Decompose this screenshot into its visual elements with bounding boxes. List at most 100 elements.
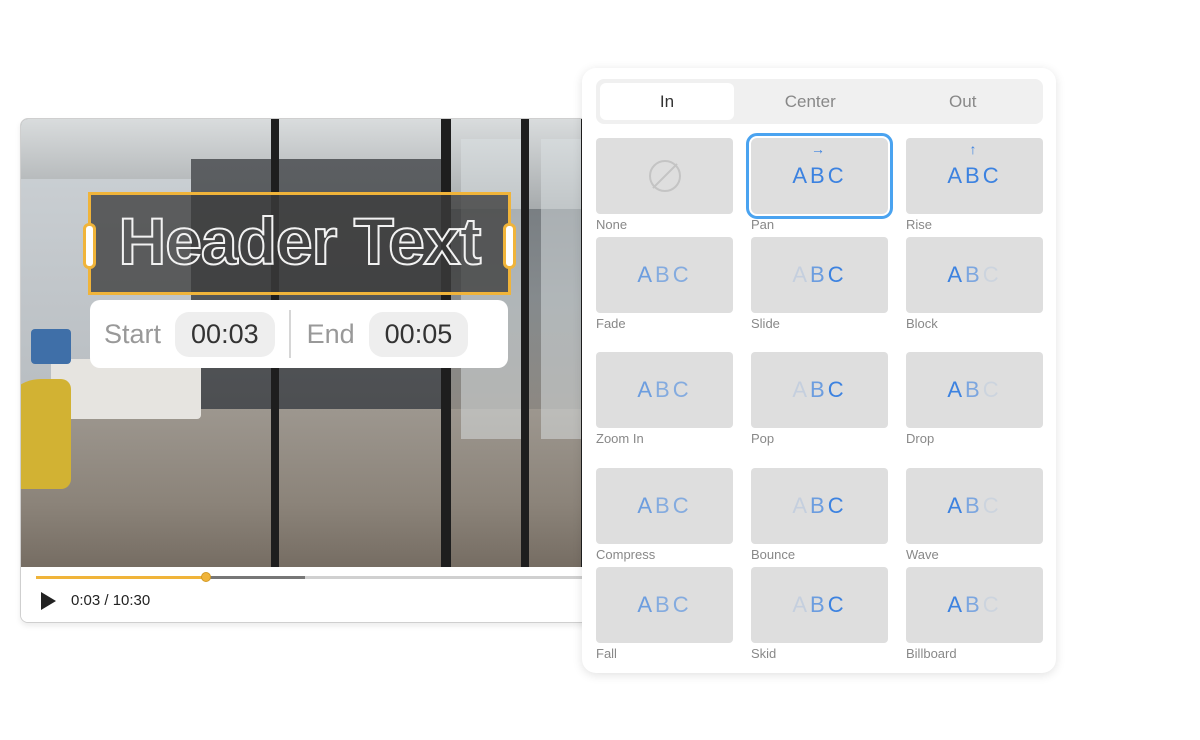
preview-letter: B	[655, 377, 673, 402]
animation-option-pan[interactable]: ABC → Pan	[746, 133, 893, 232]
animation-label: Skid	[751, 646, 777, 661]
preview-text: ABC →	[792, 141, 846, 189]
video-bg-floor	[21, 409, 621, 567]
preview-letter: B	[655, 493, 673, 518]
tab-in[interactable]: In	[600, 83, 734, 120]
preview-letter: B	[810, 163, 828, 188]
preview-text: ABC	[947, 592, 1001, 618]
animation-label: Bounce	[751, 547, 796, 562]
tab-center[interactable]: Center	[734, 83, 887, 120]
preview-letter: A	[947, 163, 966, 188]
preview-text: ABC	[792, 377, 846, 403]
preview-letter: B	[965, 493, 983, 518]
preview-letter: B	[965, 163, 983, 188]
animation-label: Fade	[596, 316, 626, 331]
preview-letter: A	[792, 493, 811, 518]
preview-text: ABC	[947, 493, 1001, 519]
animation-label: Wave	[906, 547, 939, 562]
video-bg-sofa	[51, 359, 201, 419]
animation-option-skid[interactable]: ABC Skid	[751, 567, 888, 661]
animation-preview-block[interactable]: ABC	[906, 237, 1043, 313]
timing-divider	[288, 310, 291, 358]
preview-text: ABC	[792, 262, 846, 288]
start-time-field[interactable]: 00:03	[175, 311, 275, 357]
animation-option-slide[interactable]: ABC Slide	[751, 237, 888, 331]
animation-label: Rise	[906, 217, 933, 232]
animation-preview-none[interactable]	[596, 138, 733, 214]
animation-option-billboard[interactable]: ABC Billboard	[906, 567, 1043, 661]
preview-letter: A	[792, 377, 811, 402]
arrow-up-icon: ↑	[969, 141, 980, 157]
caption-text[interactable]: Header Text	[91, 203, 508, 279]
preview-letter: A	[637, 592, 656, 617]
animation-panel: In Center Out None ABC → Pan ABC ↑ Rise ABC Fade AB…	[582, 68, 1056, 673]
animation-option-none[interactable]: None	[596, 138, 733, 232]
preview-letter: A	[947, 377, 966, 402]
preview-letter: B	[810, 262, 828, 287]
animation-option-pop[interactable]: ABC Pop	[751, 352, 888, 446]
video-frame[interactable]: Header Text Start 00:03 End 00:05	[21, 119, 621, 567]
preview-letter: C	[827, 493, 847, 518]
preview-letter: A	[947, 592, 966, 617]
animation-label: Pan	[751, 217, 775, 232]
preview-letter: A	[792, 163, 811, 188]
preview-letter: A	[637, 493, 656, 518]
preview-letter: C	[827, 592, 847, 617]
seek-bar-played	[36, 576, 206, 579]
animation-option-compress[interactable]: ABC Compress	[596, 468, 733, 562]
animation-preview-slide[interactable]: ABC	[751, 237, 888, 313]
animation-preview-zoom-in[interactable]: ABC	[596, 352, 733, 428]
preview-letter: C	[672, 377, 692, 402]
animation-option-bounce[interactable]: ABC Bounce	[751, 468, 888, 562]
animation-option-drop[interactable]: ABC Drop	[906, 352, 1043, 446]
play-icon[interactable]	[41, 592, 56, 610]
resize-handle-left[interactable]	[83, 223, 96, 269]
animation-preview-compress[interactable]: ABC	[596, 468, 733, 544]
animation-preview-pan[interactable]: ABC →	[746, 133, 893, 219]
preview-text: ABC	[792, 493, 846, 519]
preview-letter: A	[637, 262, 656, 287]
animation-label: Compress	[596, 547, 656, 562]
animation-option-block[interactable]: ABC Block	[906, 237, 1043, 331]
preview-letter: C	[982, 262, 1002, 287]
caption-timing-bar: Start 00:03 End 00:05	[90, 300, 508, 368]
preview-letter: B	[655, 262, 673, 287]
seek-bar[interactable]	[36, 572, 621, 582]
animation-option-zoom-in[interactable]: ABC Zoom In	[596, 352, 733, 446]
seek-bar-thumb[interactable]	[200, 572, 211, 582]
preview-text: ABC	[792, 592, 846, 618]
preview-text: ABC	[637, 493, 691, 519]
end-time-field[interactable]: 00:05	[368, 311, 469, 357]
preview-letter: C	[672, 262, 692, 287]
animation-preview-skid[interactable]: ABC	[751, 567, 888, 643]
animation-preview-rise[interactable]: ABC ↑	[906, 138, 1043, 214]
animation-preview-fade[interactable]: ABC	[596, 237, 733, 313]
animation-preview-bounce[interactable]: ABC	[751, 468, 888, 544]
arrow-right-icon: →	[810, 141, 828, 157]
animation-option-rise[interactable]: ABC ↑ Rise	[906, 138, 1043, 232]
animation-option-fade[interactable]: ABC Fade	[596, 237, 733, 331]
preview-letter: C	[982, 377, 1002, 402]
tab-out[interactable]: Out	[887, 83, 1040, 120]
preview-letter: B	[810, 377, 828, 402]
preview-letter: B	[965, 377, 983, 402]
preview-text: ABC	[637, 377, 691, 403]
resize-handle-right[interactable]	[503, 223, 516, 269]
animation-option-wave[interactable]: ABC Wave	[906, 468, 1043, 562]
preview-letter: A	[947, 493, 966, 518]
player-controls: 0:03 / 10:30	[21, 567, 621, 622]
preview-letter: A	[637, 377, 656, 402]
animation-preview-fall[interactable]: ABC	[596, 567, 733, 643]
caption-selection-box[interactable]: Header Text	[83, 192, 516, 295]
animation-preview-wave[interactable]: ABC	[906, 468, 1043, 544]
preview-letter: A	[947, 262, 966, 287]
preview-text: ABC	[947, 262, 1001, 288]
preview-letter: B	[655, 592, 673, 617]
preview-letter: A	[792, 592, 811, 617]
animation-preview-billboard[interactable]: ABC	[906, 567, 1043, 643]
animation-option-fall[interactable]: ABC Fall	[596, 567, 733, 661]
animation-label: Block	[906, 316, 938, 331]
preview-letter: C	[982, 163, 1002, 188]
animation-preview-pop[interactable]: ABC	[751, 352, 888, 428]
animation-preview-drop[interactable]: ABC	[906, 352, 1043, 428]
